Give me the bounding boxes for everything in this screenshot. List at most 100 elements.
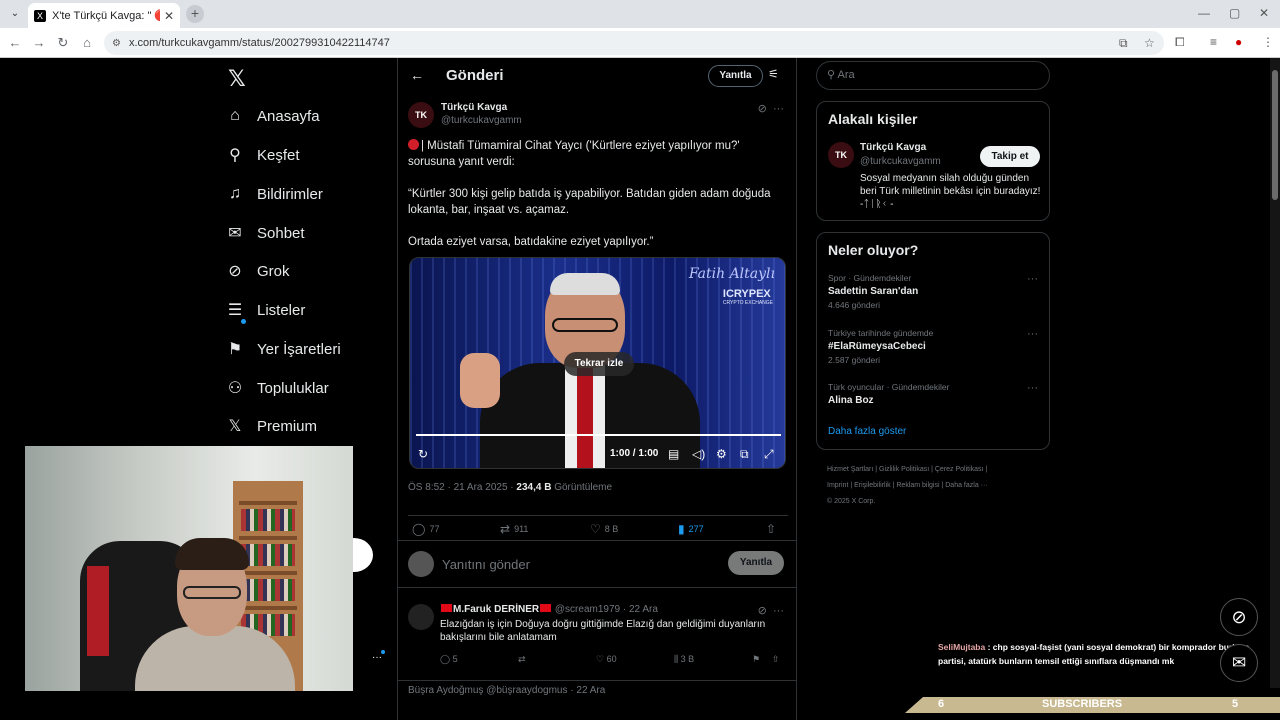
more-options-icon[interactable]: ··· xyxy=(1027,328,1038,340)
user-avatar[interactable] xyxy=(408,551,434,577)
turkish-flag-icon xyxy=(540,604,552,612)
repost-icon[interactable]: ⇄ xyxy=(518,654,526,665)
more-options-icon[interactable]: ··· xyxy=(1027,382,1038,394)
views-label: Görüntüleme xyxy=(551,482,613,493)
replay-button[interactable]: Tekrar izle xyxy=(564,352,634,376)
repost-action[interactable]: ⇄ 911 xyxy=(500,522,528,536)
webcam-overlay xyxy=(25,446,353,691)
bookmark-icon[interactable]: ⚑ xyxy=(752,654,760,665)
messages-button[interactable]: ✉ xyxy=(1220,644,1258,682)
fullscreen-icon[interactable]: ⤢ xyxy=(764,447,774,462)
settings-sliders-icon[interactable]: ⚟ xyxy=(768,67,779,81)
show-more-link[interactable]: Daha fazla göster xyxy=(828,426,906,437)
post-actions: ◯ 77 ⇄ 911 ♡ 8 B ▮ 277 ⇧ xyxy=(408,515,788,536)
x-logo-icon[interactable]: 𝕏 xyxy=(228,66,246,92)
replay-icon[interactable]: ↻ xyxy=(418,447,428,461)
follow-button[interactable]: Takip et xyxy=(980,146,1040,167)
more-options-icon[interactable]: ⊘ ··· xyxy=(758,102,784,115)
people-icon: ⚇ xyxy=(227,380,243,397)
close-window-icon[interactable]: ✕ xyxy=(1259,6,1269,20)
close-tab-icon[interactable]: ✕ xyxy=(164,9,174,23)
author-handle[interactable]: @turkcukavgamm xyxy=(441,115,522,126)
notification-dot xyxy=(381,650,385,654)
trend-item[interactable]: Spor · Gündemdekiler Sadettin Saran'dan … xyxy=(828,273,1038,310)
more-options-icon[interactable]: ⊘ ··· xyxy=(758,604,784,617)
reply-author[interactable]: M.Faruk DERİNER @scream1979 · 22 Ara xyxy=(440,604,658,615)
avatar[interactable]: TK xyxy=(408,102,434,128)
volume-icon[interactable]: ◁) xyxy=(692,447,705,461)
nav-label: Yer İşaretleri xyxy=(257,340,341,358)
more-menu-icon[interactable]: ··· xyxy=(372,652,382,663)
address-bar[interactable]: ⚙ x.com/turkcukavgamm/status/20027993104… xyxy=(104,31,1164,55)
bookmark-filled-icon: ▮ xyxy=(678,522,685,536)
back-icon[interactable]: ← xyxy=(6,34,24,52)
share-action[interactable]: ⇧ xyxy=(766,522,780,536)
search-input[interactable]: ⚲ Ara xyxy=(816,61,1050,90)
like-count[interactable]: ♡ 60 xyxy=(596,654,617,665)
nav-grok[interactable]: ⊘ Grok xyxy=(222,257,289,285)
footer-links[interactable]: Hizmet Şartları | Gizlilik Politikası | … xyxy=(827,462,1047,510)
reply-item[interactable]: M.Faruk DERİNER @scream1979 · 22 Ara ⊘ ·… xyxy=(398,596,796,681)
captions-icon[interactable]: ▤ xyxy=(668,447,679,461)
more-options-icon[interactable]: ··· xyxy=(1027,273,1038,285)
subs-left-count: 6 xyxy=(938,698,945,710)
new-tab-button[interactable]: + xyxy=(186,5,204,23)
minimize-icon[interactable]: — xyxy=(1198,6,1210,20)
reading-list-icon[interactable]: ≡ xyxy=(1210,35,1217,49)
install-app-icon[interactable]: ⧉ xyxy=(1119,31,1128,55)
reply-input[interactable]: Yanıtını gönder xyxy=(442,557,530,572)
heart-icon: ♡ xyxy=(590,522,601,536)
trend-item[interactable]: Türk oyuncular · Gündemdekiler Alina Boz… xyxy=(828,382,1038,406)
reload-icon[interactable]: ↻ xyxy=(54,34,72,52)
bookmark-star-icon[interactable]: ☆ xyxy=(1144,31,1155,55)
pip-icon[interactable]: ⧉ xyxy=(740,447,749,462)
person-bio: Sosyal medyanın silah olduğu günden beri… xyxy=(860,173,1041,210)
post-timestamp[interactable]: ÖS 8:52 · 21 Ara 2025 · xyxy=(408,482,516,493)
avatar[interactable] xyxy=(408,604,434,630)
settings-gear-icon[interactable]: ⚙ xyxy=(716,447,727,461)
view-count[interactable]: ⫼ 3 B xyxy=(674,654,694,665)
grok-button[interactable]: ⊘ xyxy=(1220,598,1258,636)
subs-label: SUBSCRIBERS xyxy=(1042,698,1123,710)
avatar[interactable]: TK xyxy=(828,142,854,168)
nav-communities[interactable]: ⚇ Topluluklar xyxy=(222,374,329,402)
tab-list-dropdown-icon[interactable]: ⌄ xyxy=(6,5,24,23)
reply-submit-button[interactable]: Yanıtla xyxy=(728,551,784,575)
maximize-icon[interactable]: ▢ xyxy=(1229,6,1240,20)
reply-header-button[interactable]: Yanıtla xyxy=(708,65,763,87)
person-handle[interactable]: @turkcukavgamm xyxy=(860,156,941,167)
nav-notifications[interactable]: ♫ Bildirimler xyxy=(222,180,323,208)
video-progress-bar[interactable] xyxy=(416,434,781,436)
trend-item[interactable]: Türkiye tarihinde gündemde #ElaRümeysaCe… xyxy=(828,328,1038,365)
site-info-icon[interactable]: ⚙ xyxy=(112,38,121,49)
reply-action[interactable]: ◯ 77 xyxy=(412,522,439,536)
reply-composer: Yanıtını gönder Yanıtla xyxy=(398,540,796,588)
reply-count[interactable]: ◯ 5 xyxy=(440,654,458,665)
repost-icon: ⇄ xyxy=(500,522,511,536)
scrollbar[interactable] xyxy=(1270,58,1280,688)
like-action[interactable]: ♡ 8 B xyxy=(590,522,618,536)
nav-chat[interactable]: ✉ Sohbet xyxy=(222,219,304,247)
next-reply-partial[interactable]: Büşra Aydoğmuş @büşraaydogmus · 22 Ara xyxy=(408,685,788,696)
nav-premium[interactable]: 𝕏 Premium xyxy=(222,412,317,440)
nav-explore[interactable]: ⚲ Keşfet xyxy=(222,141,299,169)
bookmark-action[interactable]: ▮ 277 xyxy=(678,522,704,536)
person-name[interactable]: Türkçü Kavga xyxy=(860,142,926,153)
nav-lists[interactable]: ☰ Listeler xyxy=(222,296,306,324)
home-button-icon[interactable]: ⌂ xyxy=(78,34,96,52)
subs-right-count: 5 xyxy=(1232,698,1239,710)
profile-avatar-icon[interactable]: ● xyxy=(1235,35,1242,49)
nav-bookmarks[interactable]: ⚑ Yer İşaretleri xyxy=(222,335,341,363)
nav-home[interactable]: ⌂ Anasayfa xyxy=(222,102,319,130)
extensions-icon[interactable]: ⧠ xyxy=(1175,35,1185,50)
author-name[interactable]: Türkçü Kavga xyxy=(441,102,507,113)
back-arrow-icon[interactable]: ← xyxy=(410,67,424,83)
browser-menu-icon[interactable]: ⋮ xyxy=(1262,35,1274,49)
share-icon[interactable]: ⇧ xyxy=(772,654,780,665)
reply-text: Elazığdan iş için Doğuya doğru gittiğimd… xyxy=(440,619,766,643)
x-logo-icon: 𝕏 xyxy=(228,418,242,435)
browser-tab[interactable]: X X'te Türkçü Kavga: " 🔴 | Müstafi ✕ xyxy=(28,3,180,28)
mail-icon: ✉ xyxy=(228,225,242,242)
video-player[interactable]: Fatih Altaylı ICRYPEX CRYPTO EXCHANGE Tek… xyxy=(409,257,786,469)
forward-icon[interactable]: → xyxy=(30,34,48,52)
